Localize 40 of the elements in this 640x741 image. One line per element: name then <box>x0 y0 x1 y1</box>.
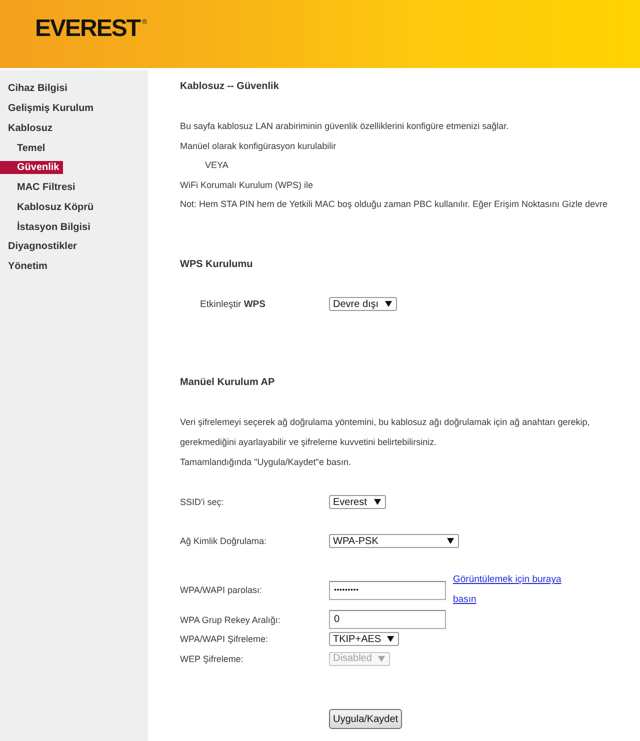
brand-logo: EVEREST <box>35 16 140 42</box>
sidebar-item[interactable]: Diyagnostikler <box>0 240 81 254</box>
page-title: Kablosuz -- Güvenlik <box>180 80 280 94</box>
caret-icon <box>385 301 392 307</box>
sidebar-item[interactable]: Yönetim <box>0 260 52 274</box>
field-label: Ağ Kimlik Doğrulama: <box>180 536 268 546</box>
section-heading: Manüel Kurulum AP <box>180 376 276 390</box>
intro-text: Not: Hem STA PIN hem de Yetkili MAC boş olduğu zaman PBC kullanılır. Eğer Erişim Noktasını Gizle devre <box>180 198 609 212</box>
caret-icon <box>387 636 394 642</box>
field-label: SSID'i seç: <box>180 497 225 507</box>
field-label: WPA/WAPI Şifreleme: <box>180 634 270 644</box>
sidebar-item[interactable]: Gelişmiş Kurulum <box>0 102 98 116</box>
intro-text: VEYA <box>204 159 230 172</box>
caret-icon <box>447 538 454 544</box>
caret-icon <box>378 656 385 662</box>
sidebar-item[interactable]: İstasyon Bilgisi <box>0 220 94 234</box>
sidebar-item[interactable]: MAC Filtresi <box>0 181 80 194</box>
section-heading: WPS Kurulumu <box>180 258 254 272</box>
intro-text: WiFi Korumalı Kurulum (WPS) ile <box>180 178 314 192</box>
field-label: WEP Şifreleme: <box>180 654 244 664</box>
description-text: Tamamlandığında "Uygula/Kaydet"e basın. <box>180 456 352 470</box>
sidebar-item[interactable]: Temel <box>0 142 50 155</box>
caret-icon <box>374 499 381 505</box>
dropdown[interactable]: WPA-PSK <box>329 534 459 548</box>
show-password-link[interactable]: Görüntülemek için buraya basın <box>453 570 571 610</box>
field-label: Etkinleştir WPS <box>199 298 266 310</box>
apply-save-button[interactable]: Uygula/Kaydet <box>329 709 402 729</box>
intro-text: Manüel olarak konfigürasyon kurulabilir <box>180 140 338 153</box>
sidebar-item[interactable]: Güvenlik <box>0 161 64 174</box>
description-text: Veri şifrelemeyi seçerek ağ doğrulama yöntemini, bu kablosuz ağı doğrulamak için ağ anahtarı gerekip, gerekmediğini ayarlayabilir ve şifreleme kuvvetini belirtebilirsiniz. <box>180 416 591 450</box>
text-field[interactable]: 0 <box>329 610 446 630</box>
dropdown[interactable]: TKIP+AES <box>329 632 399 646</box>
field-label: WPA/WAPI parolası: <box>180 585 264 595</box>
dropdown[interactable]: Devre dışı <box>329 297 397 311</box>
intro-text: Bu sayfa kablosuz LAN arabiriminin güvenlik özelliklerini konfigüre etmenizi sağlar. <box>180 120 510 134</box>
sidebar-item[interactable]: Kablosuz <box>0 122 56 135</box>
sidebar-item[interactable]: Kablosuz Köprü <box>0 200 98 214</box>
dropdown[interactable]: Everest <box>329 495 386 509</box>
sidebar-item[interactable]: Cihaz Bilgisi <box>0 82 72 96</box>
field-label: WPA Grup Rekey Aralığı: <box>180 614 282 625</box>
